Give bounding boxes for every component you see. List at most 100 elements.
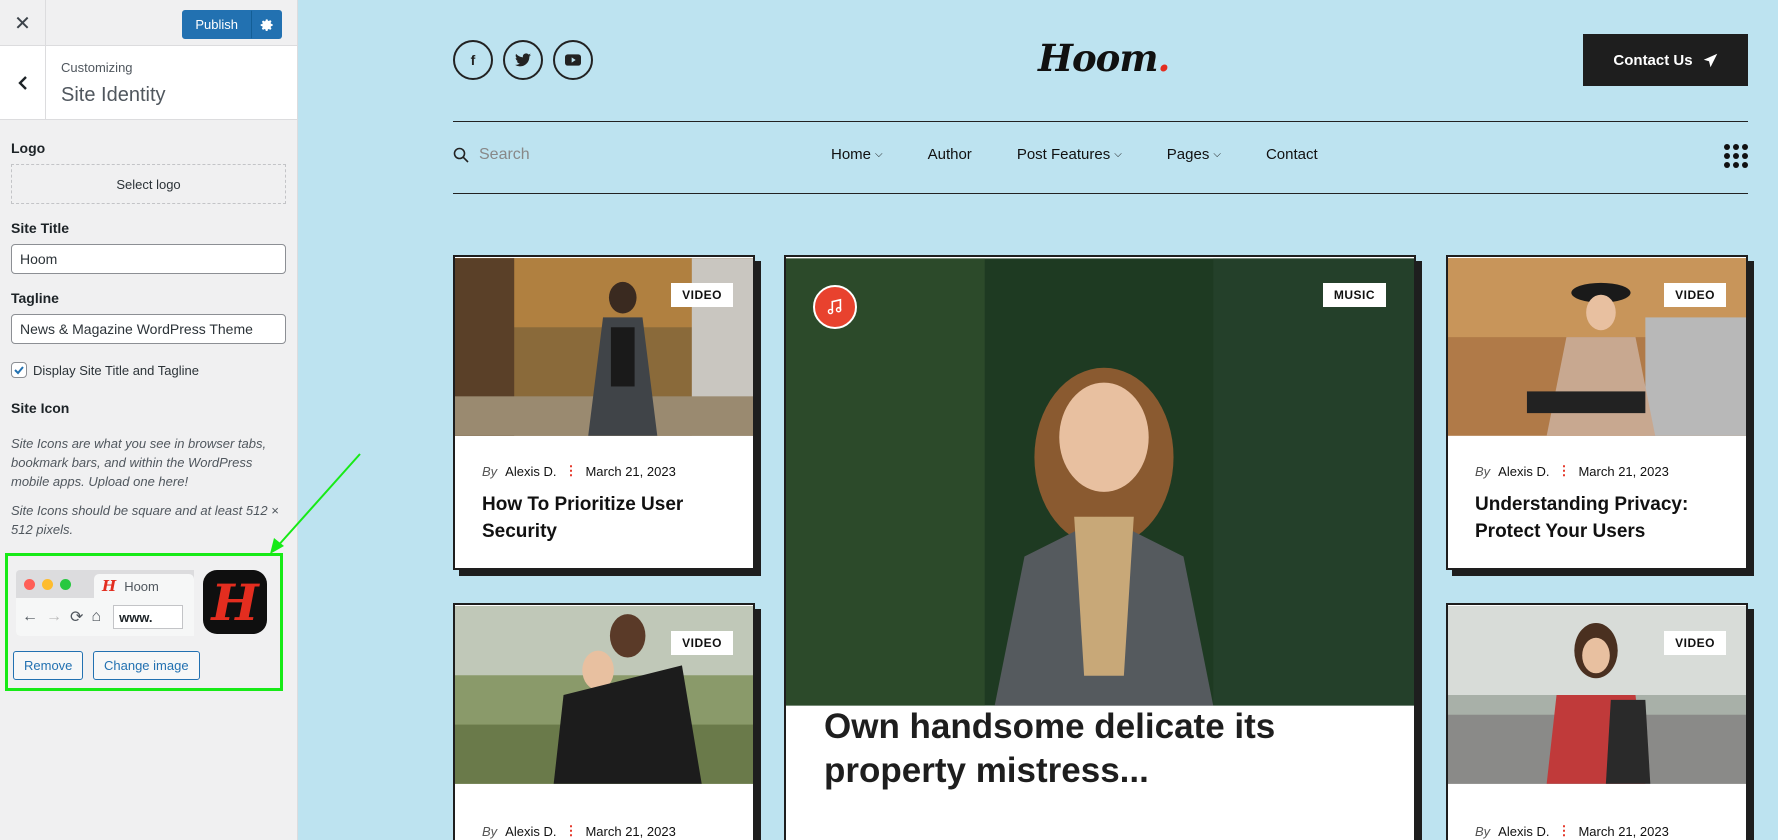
meta-separator-icon: ⋮ [564,463,578,478]
window-controls [24,579,71,590]
music-note-icon[interactable] [813,285,857,329]
meta-separator-icon: ⋮ [1557,463,1571,478]
facebook-icon[interactable]: f [453,40,493,80]
by-label: By [482,823,498,839]
site-icon-preview-highlight: H Hoom ← → ⟳ ⌂ www. H Remove Change imag… [5,553,283,691]
category-badge[interactable]: MUSIC [1322,283,1386,307]
menu-item-label: Contact [1265,146,1318,163]
meta-separator-icon: ⋮ [564,823,578,838]
favicon-icon: H [102,577,117,595]
display-title-checkbox[interactable] [11,362,27,378]
checkmark-icon [14,366,24,375]
customizer-sidebar: ✕ Publish Customizing Site Identity Logo… [0,0,298,840]
category-badge[interactable]: VIDEO [1664,631,1726,655]
close-dot-icon [24,579,35,590]
post-card[interactable]: VIDEO By Alexis D. ⋮ March 21, 2023 [1446,603,1748,840]
header-divider-top [453,121,1748,122]
site-icon-image: H [203,570,267,634]
menu-item-post-features[interactable]: Post Features ⌵ [1017,146,1122,163]
display-title-row: Display Site Title and Tagline [11,362,286,378]
forward-arrow-icon: → [46,608,62,625]
select-logo-button[interactable]: Select logo [11,164,286,204]
site-logo[interactable]: Hoom. [1038,36,1170,80]
menu-item-label: Post Features [1016,146,1111,163]
gear-icon [260,18,273,31]
category-badge[interactable]: VIDEO [1664,283,1726,307]
post-card[interactable]: VIDEO By Alexis D. ⋮ March 21, 2023 [453,603,755,840]
contact-us-label: Contact Us [1613,51,1693,69]
back-button[interactable] [0,46,46,120]
menu-item-label: Pages [1166,146,1210,163]
paper-plane-icon [1703,53,1717,67]
post-card[interactable]: VIDEO By Alexis D. ⋮ March 21, 2023 How … [453,255,755,570]
publish-group: Publish [182,10,282,39]
contact-us-button[interactable]: Contact Us [1583,34,1748,86]
search-placeholder: Search [479,146,530,163]
site-icon-size-note: Site Icons should be square and at least… [11,503,279,537]
menu-item-author[interactable]: Author [928,146,972,163]
menu-item-contact[interactable]: Contact [1266,146,1318,163]
site-title-input[interactable]: Hoom [11,244,286,274]
section-title: Site Identity [61,84,166,106]
breadcrumb: Customizing [61,60,133,75]
category-badge[interactable]: VIDEO [671,631,733,655]
author-name[interactable]: Alexis D. [1498,824,1549,839]
grid-menu-icon[interactable] [1724,144,1748,168]
menu-item-home[interactable]: Home ⌵ [831,146,883,163]
browser-tab-preview: H Hoom ← → ⟳ ⌂ www. [16,570,194,636]
logo-label: Logo [11,140,46,156]
search-field[interactable]: Search [453,146,530,164]
post-meta: By Alexis D. ⋮ March 21, 2023 [482,823,676,839]
remove-icon-button[interactable]: Remove [13,651,84,680]
browser-url: www. [113,605,184,629]
chevron-down-icon: ⌵ [875,149,883,160]
by-label: By [1475,463,1491,479]
post-meta: By Alexis D. ⋮ March 21, 2023 [1475,823,1669,839]
maximize-dot-icon [60,579,71,590]
home-icon: ⌂ [91,608,102,625]
close-customizer-button[interactable]: ✕ [0,0,46,46]
section-header: Customizing Site Identity [0,46,297,120]
twitter-icon[interactable] [503,40,543,80]
author-name[interactable]: Alexis D. [1498,464,1549,479]
browser-toolbar: ← → ⟳ ⌂ www. [16,598,194,636]
site-header: f Hoom. Contact Us Search Home ⌵ Author P… [453,0,1748,195]
post-title[interactable]: Understanding Privacy: Protect Your User… [1475,491,1726,545]
site-preview: f Hoom. Contact Us Search Home ⌵ Author P… [298,0,1778,840]
header-divider-bottom [453,193,1748,194]
author-name[interactable]: Alexis D. [505,464,556,479]
post-meta: By Alexis D. ⋮ March 21, 2023 [482,463,676,479]
post-title[interactable]: How To Prioritize User Security [482,491,733,545]
meta-separator-icon: ⋮ [1557,823,1571,838]
minimize-dot-icon [42,579,53,590]
tagline-input[interactable]: News & Magazine WordPress Theme [11,314,286,344]
site-icon-label: Site Icon [11,400,70,416]
customizer-topbar: ✕ Publish [0,0,297,46]
reload-icon: ⟳ [70,609,84,626]
menu-item-pages[interactable]: Pages ⌵ [1167,146,1221,163]
chevron-down-icon: ⌵ [1114,149,1122,160]
category-badge[interactable]: VIDEO [671,283,733,307]
youtube-icon[interactable] [553,40,593,80]
featured-post-title[interactable]: Own handsome delicate its property mistr… [824,705,1384,793]
logo-dot: . [1157,36,1170,80]
post-date: March 21, 2023 [1578,823,1669,839]
site-title-label: Site Title [11,220,70,236]
tagline-label: Tagline [11,290,59,306]
chevron-down-icon: ⌵ [1213,149,1221,160]
featured-post-card[interactable]: MUSIC Own handsome delicate its property… [784,255,1416,840]
display-title-label: Display Site Title and Tagline [33,362,199,378]
browser-tab: H Hoom [94,574,194,598]
publish-settings-button[interactable] [251,10,282,39]
featured-post-image [786,258,1414,706]
post-date: March 21, 2023 [1578,463,1669,479]
by-label: By [1475,823,1491,839]
publish-button[interactable]: Publish [182,10,251,39]
post-card[interactable]: VIDEO By Alexis D. ⋮ March 21, 2023 Unde… [1446,255,1748,570]
site-icon-description: Site Icons are what you see in browser t… [11,436,267,489]
post-date: March 21, 2023 [585,823,676,839]
menu-item-label: Home [831,146,872,163]
author-name[interactable]: Alexis D. [505,824,556,839]
menu-item-label: Author [927,146,972,163]
change-image-button[interactable]: Change image [93,651,200,680]
